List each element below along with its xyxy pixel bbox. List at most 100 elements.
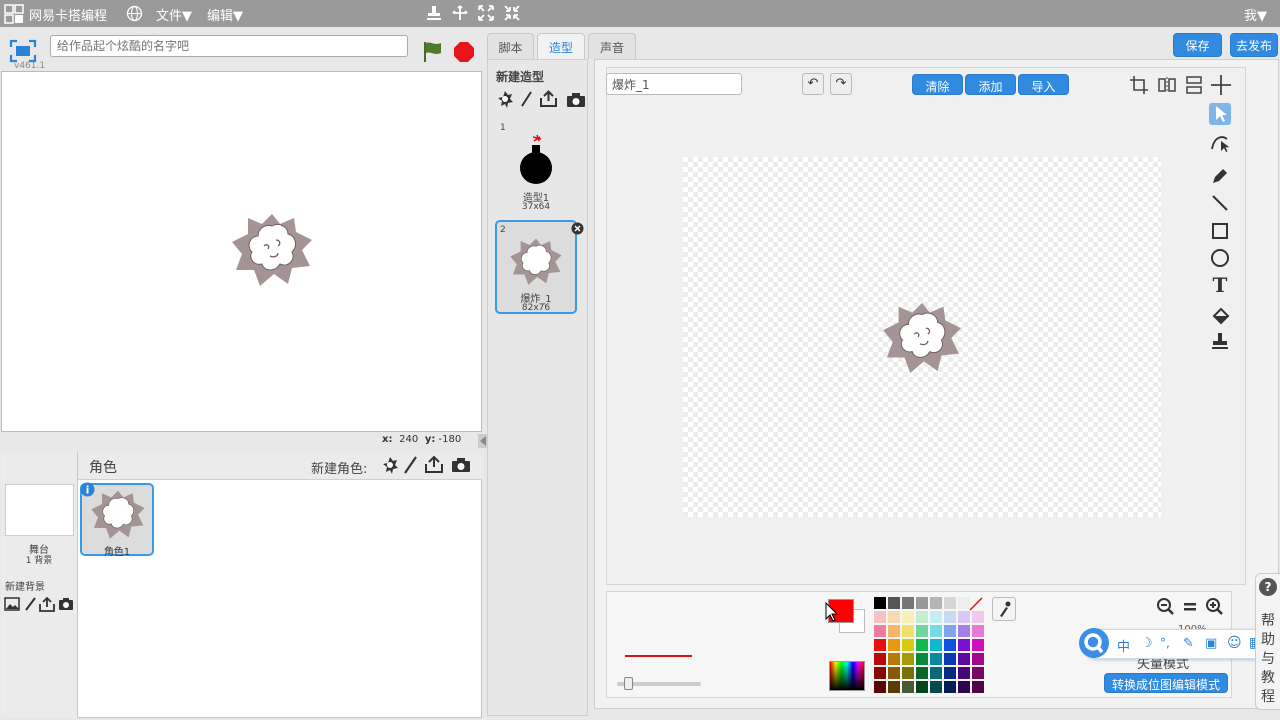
palette-swatch[interactable]	[944, 653, 956, 665]
line-tool[interactable]	[1209, 192, 1231, 214]
palette-swatch[interactable]	[902, 653, 914, 665]
palette-swatch[interactable]	[958, 639, 970, 651]
transparent-color-swatch[interactable]	[968, 596, 984, 612]
crop-icon[interactable]	[1129, 75, 1149, 95]
tab-costumes[interactable]: 造型	[537, 33, 585, 59]
stage-thumbnail[interactable]	[5, 484, 74, 536]
palette-swatch[interactable]	[888, 611, 900, 623]
flip-vertical-icon[interactable]	[1183, 75, 1205, 95]
palette-swatch[interactable]	[958, 681, 970, 693]
file-menu[interactable]: 文件▼	[156, 5, 192, 24]
palette-swatch[interactable]	[972, 681, 984, 693]
palette-swatch[interactable]	[958, 625, 970, 637]
camera-backdrop-icon[interactable]	[58, 597, 74, 611]
palette-swatch[interactable]	[958, 667, 970, 679]
palette-swatch[interactable]	[902, 667, 914, 679]
color-spectrum-picker[interactable]	[829, 661, 865, 691]
palette-swatch[interactable]	[916, 639, 928, 651]
palette-swatch[interactable]	[944, 681, 956, 693]
palette-swatch[interactable]	[972, 653, 984, 665]
palette-swatch[interactable]	[888, 625, 900, 637]
sprite-info-icon[interactable]: i	[80, 482, 95, 497]
upload-sprite-icon[interactable]	[424, 455, 444, 473]
rectangle-tool[interactable]	[1209, 220, 1231, 242]
drawing-canvas[interactable]	[683, 157, 1161, 517]
undo-button[interactable]: ↶	[802, 73, 824, 95]
palette-swatch[interactable]	[944, 597, 956, 609]
palette-swatch[interactable]	[958, 653, 970, 665]
palette-swatch[interactable]	[930, 667, 942, 679]
palette-swatch[interactable]	[874, 653, 886, 665]
palette-swatch[interactable]	[944, 625, 956, 637]
help-tab[interactable]: ? 帮助与教程	[1255, 573, 1280, 710]
palette-swatch[interactable]	[902, 639, 914, 651]
eyedropper-button[interactable]	[992, 597, 1016, 621]
costume-name-input[interactable]	[606, 73, 742, 95]
edit-menu[interactable]: 编辑▼	[207, 5, 243, 24]
pencil-tool[interactable]	[1209, 165, 1231, 187]
upload-backdrop-icon[interactable]	[39, 596, 55, 612]
set-center-icon[interactable]	[1210, 74, 1232, 96]
delete-costume-icon[interactable]	[571, 222, 584, 235]
palette-swatch[interactable]	[874, 639, 886, 651]
reshape-tool[interactable]	[1209, 131, 1231, 153]
publish-button[interactable]: 去发布	[1230, 33, 1278, 57]
tab-scripts[interactable]: 脚本	[487, 33, 534, 59]
palette-swatch[interactable]	[916, 611, 928, 623]
palette-swatch[interactable]	[874, 625, 886, 637]
zoom-in-button[interactable]	[1204, 597, 1226, 617]
palette-swatch[interactable]	[874, 681, 886, 693]
palette-swatch[interactable]	[902, 597, 914, 609]
user-menu[interactable]: 我▼	[1244, 5, 1267, 24]
save-button[interactable]: 保存	[1173, 33, 1222, 57]
palette-swatch[interactable]	[972, 625, 984, 637]
palette-swatch[interactable]	[930, 611, 942, 623]
stop-icon[interactable]	[453, 41, 475, 63]
palette-swatch[interactable]	[958, 611, 970, 623]
paint-sprite-icon[interactable]	[402, 455, 418, 475]
camera-costume-icon[interactable]	[566, 93, 586, 108]
palette-swatch[interactable]	[916, 681, 928, 693]
stamp-tool[interactable]	[1209, 330, 1231, 352]
costume-library-icon[interactable]	[496, 90, 514, 108]
ime-emoji-icon[interactable]: ☺	[1227, 635, 1242, 651]
zoom-out-button[interactable]	[1155, 597, 1177, 617]
palette-swatch[interactable]	[930, 597, 942, 609]
ime-tool-icon[interactable]: ✎	[1183, 636, 1194, 651]
convert-bitmap-button[interactable]: 转换成位图编辑模式	[1104, 673, 1228, 693]
grow-icon[interactable]	[477, 4, 495, 22]
explosion-costume-image[interactable]	[881, 299, 963, 375]
palette-swatch[interactable]	[972, 611, 984, 623]
palette-swatch[interactable]	[902, 681, 914, 693]
bomb-costume-icon[interactable]	[518, 131, 554, 187]
palette-swatch[interactable]	[874, 597, 886, 609]
paint-costume-icon[interactable]	[519, 90, 533, 108]
fullscreen-icon[interactable]	[9, 39, 37, 63]
green-flag-icon[interactable]	[421, 40, 443, 64]
palette-swatch[interactable]	[944, 639, 956, 651]
ime-punct-icon[interactable]: °,	[1160, 636, 1170, 650]
redo-button[interactable]: ↷	[830, 73, 852, 95]
costume-2-thumbnail[interactable]: 2 爆炸_1 82x76	[495, 220, 577, 314]
palette-swatch[interactable]	[944, 611, 956, 623]
palette-swatch[interactable]	[916, 597, 928, 609]
project-title-input[interactable]	[50, 35, 408, 57]
palette-swatch[interactable]	[930, 625, 942, 637]
fill-tool[interactable]	[1209, 306, 1231, 328]
globe-icon[interactable]	[126, 5, 143, 22]
camera-sprite-icon[interactable]	[451, 457, 471, 473]
upload-costume-icon[interactable]	[539, 90, 558, 107]
tab-sounds[interactable]: 声音	[588, 33, 636, 59]
ime-mode[interactable]: 中	[1117, 636, 1130, 655]
palette-swatch[interactable]	[972, 667, 984, 679]
palette-swatch[interactable]	[902, 625, 914, 637]
paint-backdrop-icon[interactable]	[23, 596, 37, 612]
palette-swatch[interactable]	[888, 653, 900, 665]
cut-icon[interactable]	[451, 4, 469, 22]
palette-swatch[interactable]	[874, 667, 886, 679]
stage-canvas[interactable]	[1, 71, 482, 432]
palette-swatch[interactable]	[916, 625, 928, 637]
palette-swatch[interactable]	[930, 639, 942, 651]
palette-swatch[interactable]	[916, 667, 928, 679]
backdrop-library-icon[interactable]	[4, 597, 20, 611]
